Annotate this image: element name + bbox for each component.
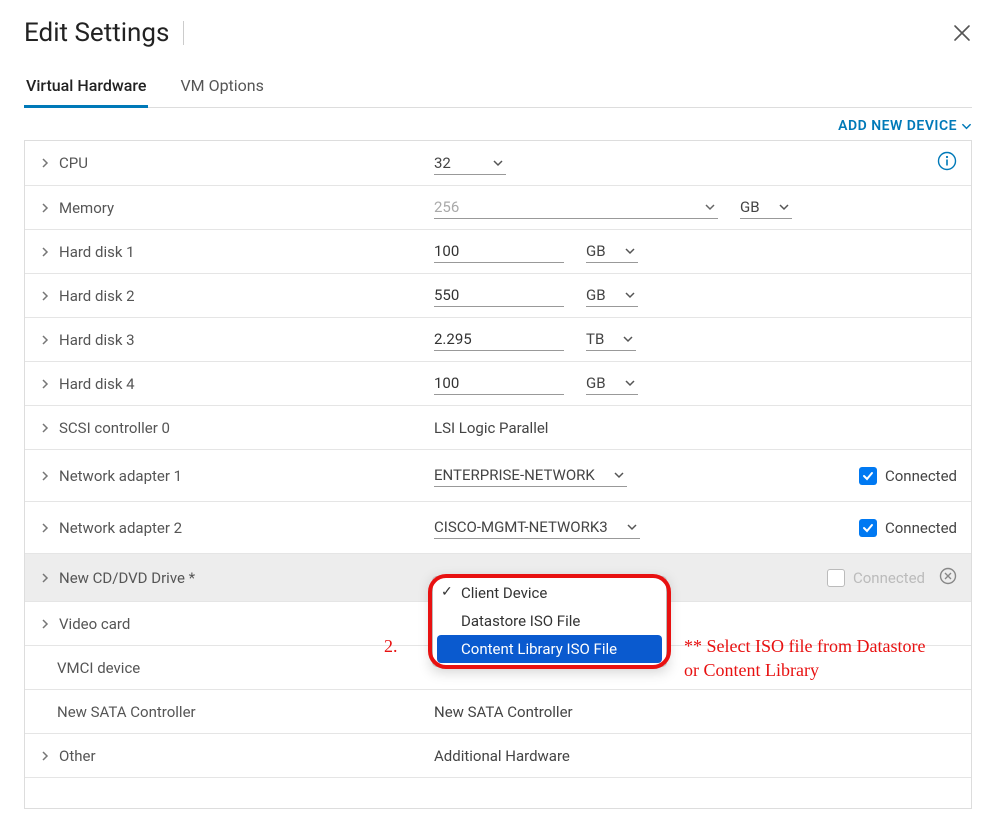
hd4-unit-select[interactable]: GB: [586, 372, 638, 395]
hd3-label: Hard disk 3: [59, 331, 135, 349]
memory-value: 256: [434, 198, 694, 216]
cd-dvd-source-dropdown: Client Device Datastore ISO File Content…: [432, 576, 667, 667]
row-scsi-controller: SCSI controller 0 LSI Logic Parallel: [25, 406, 971, 450]
row-cpu: CPU 32: [25, 141, 971, 186]
chevron-down-icon: [626, 521, 638, 533]
remove-device-icon[interactable]: [939, 567, 957, 589]
hd3-unit-select[interactable]: TB: [586, 328, 636, 351]
sata-value: New SATA Controller: [434, 703, 573, 721]
expand-icon[interactable]: [39, 750, 51, 762]
net1-connected-label: Connected: [885, 467, 957, 485]
net1-connected-checkbox[interactable]: [859, 467, 877, 485]
cpu-select[interactable]: 32: [434, 152, 506, 175]
chevron-down-icon: [624, 289, 636, 301]
hd2-unit-select[interactable]: GB: [586, 284, 638, 307]
dropdown-item-datastore-iso[interactable]: Datastore ISO File: [433, 607, 666, 635]
expand-icon[interactable]: [39, 422, 51, 434]
net2-label: Network adapter 2: [59, 519, 182, 537]
net2-connected-checkbox[interactable]: [859, 519, 877, 537]
dvd-label: New CD/DVD Drive *: [59, 569, 195, 587]
hd2-label: Hard disk 2: [59, 287, 135, 305]
scsi-label: SCSI controller 0: [59, 419, 170, 437]
chevron-down-icon: [492, 157, 504, 169]
hd1-size-input[interactable]: [434, 240, 564, 263]
hd4-unit: GB: [586, 374, 606, 392]
row-network-adapter-2: Network adapter 2 CISCO-MGMT-NETWORK3 Co…: [25, 502, 971, 554]
hd4-size-input[interactable]: [434, 372, 564, 395]
add-new-device-label: ADD NEW DEVICE: [838, 118, 957, 134]
chevron-down-icon: [622, 333, 634, 345]
tab-virtual-hardware[interactable]: Virtual Hardware: [24, 76, 148, 108]
dialog-title: Edit Settings: [24, 18, 169, 48]
dropdown-item-content-library-iso[interactable]: Content Library ISO File: [437, 635, 662, 663]
cpu-label: CPU: [59, 154, 88, 172]
chevron-down-icon: [613, 469, 625, 481]
expand-icon[interactable]: [39, 246, 51, 258]
add-new-device-button[interactable]: ADD NEW DEVICE: [838, 118, 972, 134]
row-hard-disk-1: Hard disk 1 GB: [25, 230, 971, 274]
hd2-unit: GB: [586, 286, 606, 304]
hd3-size-input[interactable]: [434, 328, 564, 351]
row-hard-disk-2: Hard disk 2 GB: [25, 274, 971, 318]
video-label: Video card: [59, 615, 130, 633]
chevron-down-icon: [961, 121, 972, 132]
dvd-connected-label: Connected: [853, 569, 925, 587]
row-other: Other Additional Hardware: [25, 734, 971, 778]
net1-value: ENTERPRISE-NETWORK: [434, 466, 595, 484]
expand-icon[interactable]: [39, 290, 51, 302]
hardware-table: CPU 32 Memory: [24, 140, 972, 809]
other-label: Other: [59, 747, 96, 765]
row-empty: [25, 778, 971, 808]
net2-connected-label: Connected: [885, 519, 957, 537]
tab-vm-options[interactable]: VM Options: [178, 76, 265, 107]
expand-icon[interactable]: [39, 202, 51, 214]
hd1-label: Hard disk 1: [59, 243, 135, 261]
expand-icon[interactable]: [39, 334, 51, 346]
expand-icon[interactable]: [39, 572, 51, 584]
net2-select[interactable]: CISCO-MGMT-NETWORK3: [434, 516, 640, 539]
row-hard-disk-4: Hard disk 4 GB: [25, 362, 971, 406]
row-network-adapter-1: Network adapter 1 ENTERPRISE-NETWORK Con…: [25, 450, 971, 502]
hd4-label: Hard disk 4: [59, 375, 135, 393]
other-value: Additional Hardware: [434, 747, 570, 765]
memory-value-select[interactable]: 256: [434, 196, 718, 219]
chevron-down-icon: [624, 377, 636, 389]
row-memory: Memory 256 GB: [25, 186, 971, 230]
hd1-unit-select[interactable]: GB: [586, 240, 638, 263]
tabs: Virtual Hardware VM Options: [24, 76, 972, 108]
dropdown-item-client-device[interactable]: Client Device: [433, 579, 666, 607]
chevron-down-icon: [778, 201, 790, 213]
hd3-unit: TB: [586, 330, 604, 348]
chevron-down-icon: [624, 245, 636, 257]
hd1-unit: GB: [586, 242, 606, 260]
memory-unit-select[interactable]: GB: [740, 196, 792, 219]
expand-icon[interactable]: [39, 618, 51, 630]
expand-icon[interactable]: [39, 378, 51, 390]
chevron-down-icon: [704, 201, 716, 213]
expand-icon[interactable]: [39, 157, 51, 169]
net2-value: CISCO-MGMT-NETWORK3: [434, 518, 608, 536]
hd2-size-input[interactable]: [434, 284, 564, 307]
expand-icon[interactable]: [39, 522, 51, 534]
sata-label: New SATA Controller: [57, 703, 196, 721]
net1-label: Network adapter 1: [59, 467, 182, 485]
info-icon[interactable]: [937, 151, 957, 175]
vmci-label: VMCI device: [57, 659, 140, 677]
row-sata-controller: New SATA Controller New SATA Controller: [25, 690, 971, 734]
memory-label: Memory: [59, 199, 114, 217]
scsi-value: LSI Logic Parallel: [434, 419, 548, 437]
close-icon[interactable]: [952, 23, 972, 43]
title-divider: [183, 21, 184, 45]
row-hard-disk-3: Hard disk 3 TB: [25, 318, 971, 362]
net1-select[interactable]: ENTERPRISE-NETWORK: [434, 464, 627, 487]
dvd-connected-checkbox[interactable]: [827, 569, 845, 587]
expand-icon[interactable]: [39, 470, 51, 482]
memory-unit: GB: [740, 198, 760, 216]
cpu-value: 32: [434, 154, 474, 172]
